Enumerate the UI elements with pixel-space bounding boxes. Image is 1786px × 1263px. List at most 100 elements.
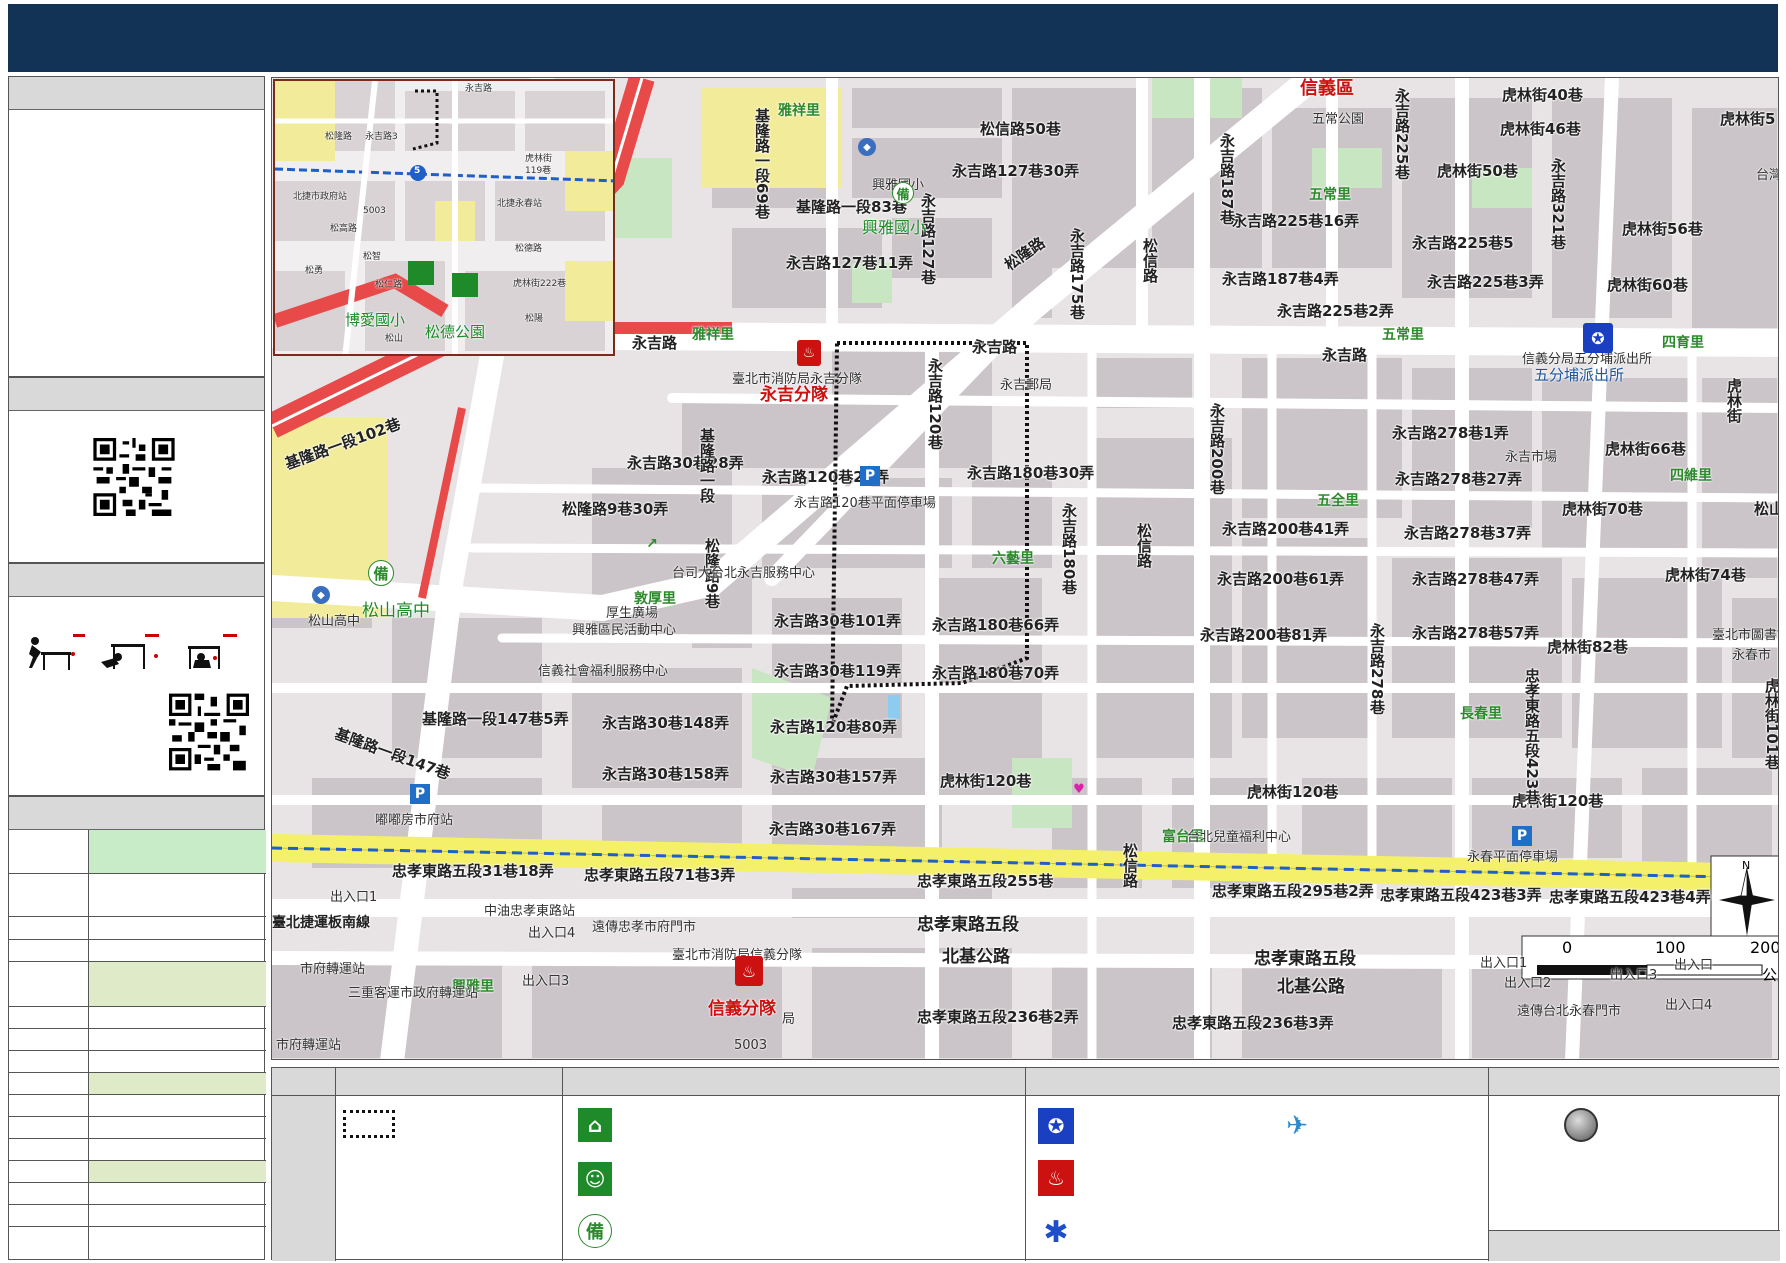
street-label: 虎林街82巷 bbox=[1547, 638, 1628, 656]
reserve-shelter-icon[interactable]: 備 bbox=[892, 182, 914, 204]
inset-street: 松智 bbox=[363, 252, 382, 262]
place-label: 五常公園 bbox=[1312, 112, 1365, 127]
welfare-icon: ♥ bbox=[1073, 781, 1085, 797]
table-row bbox=[9, 1117, 266, 1139]
village-label: 雅祥里 bbox=[692, 327, 734, 343]
street-label: 永吉路278巷27弄 bbox=[1395, 470, 1523, 488]
place-label: 局 bbox=[782, 1012, 796, 1027]
street-label: 虎林街120巷 bbox=[1247, 783, 1339, 801]
street-label: 永吉路 bbox=[1322, 346, 1368, 364]
place-label: 市府轉運站 bbox=[276, 1038, 342, 1053]
street-label: 永吉路127巷11弄 bbox=[786, 254, 914, 272]
place-label: 嘟嘟房市府站 bbox=[375, 813, 454, 828]
village-label: 五常里 bbox=[1309, 187, 1351, 203]
street-label: 永吉路278巷37弄 bbox=[1404, 524, 1532, 542]
inset-boai-label: 博愛國小 bbox=[345, 311, 406, 329]
street-label: 虎林街70巷 bbox=[1562, 500, 1643, 518]
place-label: 遠傳忠孝市府門市 bbox=[592, 920, 697, 935]
title-bar bbox=[8, 4, 1778, 72]
reserve-char: 備 bbox=[373, 564, 389, 583]
inset-street: 虎林街222巷 bbox=[513, 279, 567, 289]
qr-code[interactable] bbox=[93, 438, 175, 516]
school-icon: ◆ bbox=[312, 586, 330, 604]
street-label: 永吉路30巷119弄 bbox=[774, 662, 902, 680]
street-label: 永吉路30巷157弄 bbox=[770, 768, 898, 786]
inset-street: 松隆路 bbox=[325, 132, 353, 142]
table-row bbox=[9, 1073, 266, 1095]
scale-tick: 100 bbox=[1655, 938, 1686, 957]
place-label: 永春市 bbox=[1732, 648, 1772, 663]
street-label: 永吉路200巷41弄 bbox=[1222, 520, 1350, 538]
inset-street: 松仁路 bbox=[375, 280, 403, 290]
table-row bbox=[9, 1183, 266, 1205]
inset-place: 5003 bbox=[363, 206, 386, 216]
parking-icon[interactable]: P bbox=[1512, 826, 1532, 846]
place-label: 興雅區民活動中心 bbox=[572, 623, 677, 638]
left-sidebar bbox=[8, 76, 266, 1260]
street-label: 北基公路 bbox=[1277, 977, 1345, 997]
street-label: 永吉路225巷5 bbox=[1412, 234, 1514, 252]
table-row bbox=[9, 1205, 266, 1227]
table-row bbox=[9, 874, 266, 917]
place-label: 信義區 bbox=[1300, 78, 1354, 99]
street-label: 永吉路180巷70弄 bbox=[932, 664, 1060, 682]
street-label: 虎林街120巷 bbox=[940, 772, 1032, 790]
table-row bbox=[9, 1095, 266, 1117]
parking-icon[interactable]: P bbox=[860, 466, 880, 486]
street-label: 永吉路 bbox=[632, 334, 678, 352]
place-label: 台司大台北永吉服務中心 bbox=[672, 566, 816, 581]
street-label: 松信路 bbox=[1121, 843, 1139, 888]
place-label: 台灣 bbox=[1756, 168, 1778, 183]
street-label: 忠孝東路五段236巷3弄 bbox=[1172, 1014, 1334, 1032]
street-label: 虎林街 bbox=[1725, 378, 1743, 423]
parking-icon[interactable]: P bbox=[410, 784, 430, 804]
fire-station-icon[interactable]: ♨ bbox=[797, 340, 821, 366]
map-view[interactable]: 永吉路 松隆路 永吉路3 虎林街 119巷 松高路 松仁路 松智 松勇 松德路 … bbox=[271, 77, 1779, 1060]
village-label: 五常里 bbox=[1382, 327, 1424, 343]
street-label: 虎林街60巷 bbox=[1607, 276, 1688, 294]
helicopter-icon: ✈ bbox=[1286, 1111, 1308, 1141]
place-label: 永吉路120巷平面停車場 bbox=[794, 496, 936, 511]
north-label: N bbox=[1742, 859, 1751, 872]
inset-street: 119巷 bbox=[525, 166, 552, 176]
place-label: 永吉郵局 bbox=[1000, 378, 1053, 393]
xinyi-squad-label: 信義分隊 bbox=[708, 999, 776, 1019]
yongji-squad-label: 永吉分隊 bbox=[760, 385, 828, 405]
street-label: 永吉路187巷 bbox=[1218, 133, 1236, 225]
street-label: 基隆路一段 bbox=[698, 428, 716, 503]
street-label: 永吉路180巷66弄 bbox=[932, 616, 1060, 634]
place-label: 三重客運市政府轉運站 bbox=[348, 986, 479, 1001]
exit-label: 出入口3 bbox=[1610, 968, 1658, 983]
inset-street: 松德路 bbox=[515, 244, 543, 254]
legend-header bbox=[272, 1068, 1780, 1096]
street-label: 忠孝東路五段295巷2弄 bbox=[1212, 882, 1374, 900]
place-label: 興雅國小 bbox=[862, 218, 927, 237]
fire-icon: ♨ bbox=[1038, 1160, 1074, 1196]
street-label: 永吉路225巷 bbox=[1393, 88, 1411, 180]
exit-label: 出入口4 bbox=[1665, 998, 1713, 1013]
exit-label: 出入口4 bbox=[528, 926, 576, 941]
scale-unit: 公尺 bbox=[1762, 966, 1778, 984]
inset-street: 永吉路 bbox=[465, 84, 493, 94]
medical-icon: ✱ bbox=[1043, 1214, 1069, 1250]
street-label: 永吉路200巷81弄 bbox=[1200, 626, 1328, 644]
indoor-shelter-icon: ⌂ bbox=[578, 1108, 612, 1142]
fire-station-icon[interactable]: ♨ bbox=[735, 956, 763, 986]
street-label: 松山路 bbox=[1754, 500, 1778, 518]
reserve-shelter-icon[interactable]: 備 bbox=[368, 560, 394, 586]
qr-code-2[interactable] bbox=[169, 693, 249, 771]
street-label: 永吉路200巷 bbox=[1208, 403, 1226, 495]
street-label: 虎林街40巷 bbox=[1502, 86, 1583, 104]
reserve-char: 備 bbox=[896, 187, 910, 203]
police-station-icon[interactable]: ✪ bbox=[1583, 323, 1613, 353]
police-label: 五分埔派出所 bbox=[1534, 366, 1625, 384]
place-label: 台北兒童福利中心 bbox=[1187, 830, 1292, 845]
place-label: 松山高中 bbox=[308, 614, 361, 629]
table-row bbox=[9, 1029, 266, 1051]
place-label: 5003 bbox=[734, 1038, 768, 1053]
inset-street: 松勇 bbox=[305, 266, 324, 276]
street-label: 永吉路175巷 bbox=[1068, 228, 1086, 320]
street-label: 虎林街101巷 bbox=[1763, 678, 1779, 770]
gray-circle-icon bbox=[1564, 1108, 1598, 1142]
street-label: 基隆路一段69巷 bbox=[753, 108, 771, 219]
